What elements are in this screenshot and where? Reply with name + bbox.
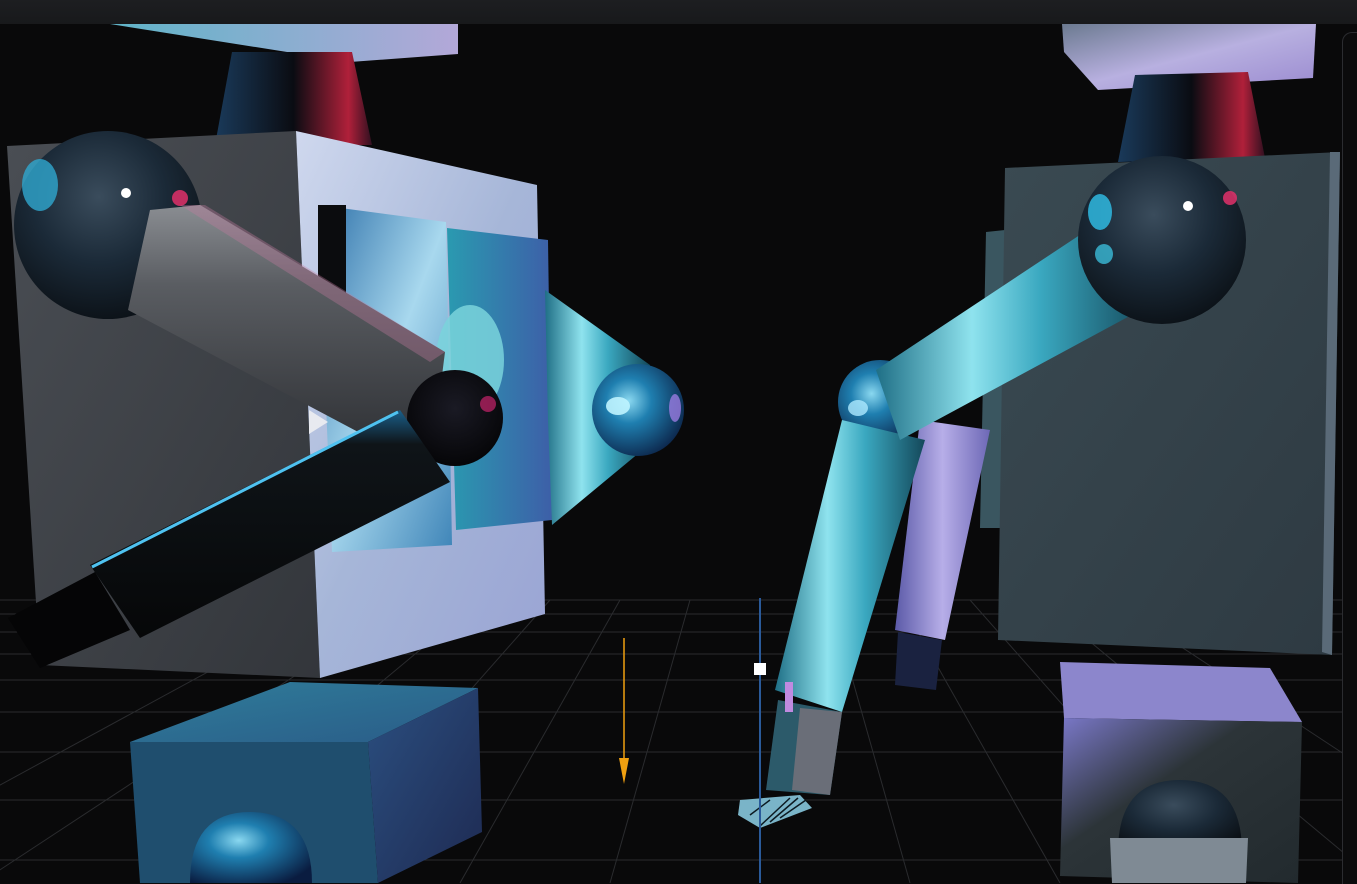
- right-shoulder-magenta: [1223, 191, 1237, 205]
- left-elbow-rim: [669, 394, 681, 422]
- right-top-cone: [1118, 72, 1265, 162]
- left-shoulder-rim: [22, 159, 58, 211]
- left-top-cone: [215, 52, 372, 145]
- gizmo-center-handle[interactable]: [754, 663, 766, 675]
- right-shoulder-rim: [1088, 194, 1112, 230]
- 3d-scene-canvas[interactable]: [0, 24, 1357, 883]
- right-back-arm-end: [895, 632, 942, 690]
- left-elbow-highlight: [606, 397, 630, 415]
- right-base-top: [1060, 662, 1302, 722]
- right-shoulder-spec: [1183, 201, 1193, 211]
- right-robot-arm[interactable]: [775, 24, 1340, 883]
- gizmo-orange-arrow-icon[interactable]: [619, 758, 629, 784]
- viewport-title-bar: [0, 0, 1357, 25]
- right-shoulder-rim2: [1095, 244, 1113, 264]
- transform-gizmo[interactable]: [619, 598, 766, 883]
- left-robot-arm[interactable]: [7, 24, 684, 883]
- left-shoulder-magenta: [172, 190, 188, 206]
- left-shoulder-spec: [121, 188, 131, 198]
- side-panel-edge: [1342, 32, 1357, 884]
- right-shoulder-ball: [1078, 156, 1246, 324]
- left-wrist-magenta: [480, 396, 496, 412]
- gripper-magenta-tab: [785, 682, 793, 712]
- right-elbow-highlight: [848, 400, 868, 416]
- 3d-viewport[interactable]: [0, 24, 1357, 883]
- right-base-collar: [1110, 838, 1248, 883]
- gripper-wrist-face: [792, 708, 842, 795]
